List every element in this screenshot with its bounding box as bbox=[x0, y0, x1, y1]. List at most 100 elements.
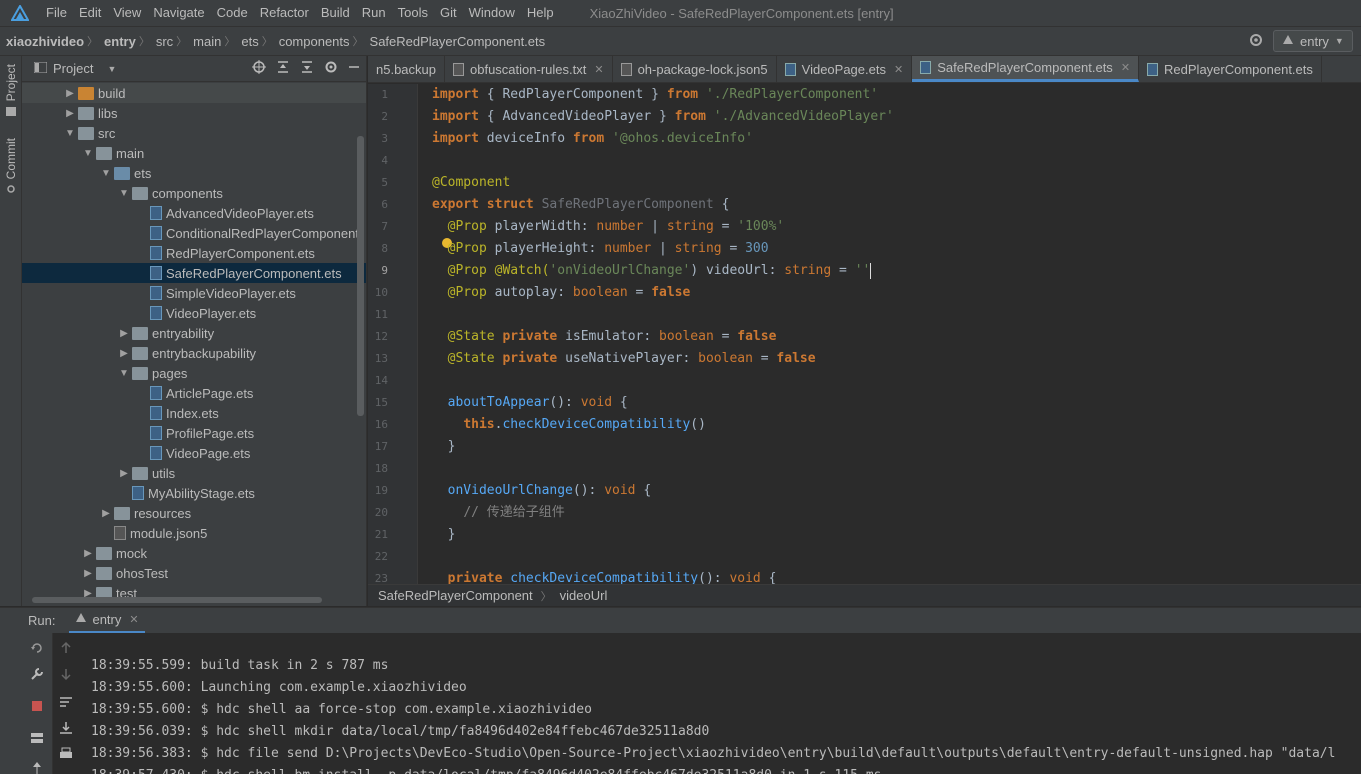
collapse-all-icon[interactable] bbox=[300, 60, 314, 77]
tree-item[interactable]: ▼ main bbox=[22, 143, 366, 163]
console-line: 18:39:56.039: $ hdc shell mkdir data/loc… bbox=[91, 724, 710, 739]
close-icon[interactable]: ✕ bbox=[129, 613, 138, 626]
settings-gear-icon[interactable] bbox=[324, 60, 338, 77]
tree-item[interactable]: ▶ ohosTest bbox=[22, 563, 366, 583]
folder-icon bbox=[96, 566, 112, 580]
menu-help[interactable]: Help bbox=[521, 0, 560, 26]
editor-tab[interactable]: n5.backup bbox=[368, 56, 445, 82]
chevron-right-icon[interactable]: ▶ bbox=[62, 108, 78, 119]
chevron-right-icon[interactable]: ▶ bbox=[116, 468, 132, 479]
tree-item[interactable]: SafeRedPlayerComponent.ets bbox=[22, 263, 366, 283]
chevron-down-icon[interactable]: ▼ bbox=[98, 168, 114, 179]
tree-item[interactable]: VideoPage.ets bbox=[22, 443, 366, 463]
editor-tab[interactable]: VideoPage.ets ✕ bbox=[777, 56, 913, 82]
layout-icon[interactable] bbox=[30, 731, 44, 745]
soft-wrap-icon[interactable] bbox=[59, 695, 73, 709]
menu-tools[interactable]: Tools bbox=[392, 0, 434, 26]
chevron-right-icon[interactable]: ▶ bbox=[116, 328, 132, 339]
chevron-right-icon[interactable]: ▶ bbox=[80, 548, 96, 559]
settings-gear-icon[interactable] bbox=[1249, 33, 1263, 50]
menu-run[interactable]: Run bbox=[356, 0, 392, 26]
tree-item[interactable]: ▼ components bbox=[22, 183, 366, 203]
tree-item[interactable]: ▼ src bbox=[22, 123, 366, 143]
tree-item[interactable]: RedPlayerComponent.ets bbox=[22, 243, 366, 263]
tree-item[interactable]: ▼ pages bbox=[22, 363, 366, 383]
pin-icon[interactable] bbox=[30, 761, 44, 774]
tree-item[interactable]: ArticlePage.ets bbox=[22, 383, 366, 403]
chevron-down-icon[interactable]: ▼ bbox=[62, 128, 78, 139]
run-tab-entry[interactable]: entry ✕ bbox=[69, 608, 145, 634]
breadcrumb-src[interactable]: src bbox=[150, 34, 176, 49]
tree-item[interactable]: ▶ mock bbox=[22, 543, 366, 563]
vertical-scrollbar[interactable] bbox=[357, 136, 364, 416]
menu-edit[interactable]: Edit bbox=[73, 0, 107, 26]
tree-item[interactable]: ▶ entryability bbox=[22, 323, 366, 343]
breadcrumb-member[interactable]: videoUrl bbox=[560, 588, 608, 603]
print-icon[interactable] bbox=[59, 747, 73, 761]
menu-code[interactable]: Code bbox=[211, 0, 254, 26]
close-icon[interactable]: ✕ bbox=[1121, 61, 1130, 74]
arrow-down-icon[interactable] bbox=[59, 667, 73, 681]
run-configuration-select[interactable]: entry ▼ bbox=[1273, 30, 1353, 52]
menu-refactor[interactable]: Refactor bbox=[254, 0, 315, 26]
line-number: 22 bbox=[374, 550, 388, 563]
tool-tab-project[interactable]: Project bbox=[0, 64, 22, 119]
chevron-down-icon[interactable]: ▼ bbox=[116, 368, 132, 379]
menu-view[interactable]: View bbox=[107, 0, 147, 26]
minimize-icon[interactable] bbox=[348, 60, 360, 77]
breadcrumb-module[interactable]: entry bbox=[98, 34, 139, 49]
menu-file[interactable]: File bbox=[40, 0, 73, 26]
expand-all-icon[interactable] bbox=[276, 60, 290, 77]
tree-item[interactable]: ▶ entrybackupability bbox=[22, 343, 366, 363]
project-panel: Project ▼ ▶ build ▶ libs ▼ src ▼ main ▼ ets ▼ compo… bbox=[22, 56, 367, 606]
close-icon[interactable]: ✕ bbox=[594, 63, 603, 76]
breadcrumb-main[interactable]: main bbox=[187, 34, 224, 49]
chevron-right-icon[interactable]: ▶ bbox=[80, 568, 96, 579]
tree-item[interactable]: ▶ build bbox=[22, 83, 366, 103]
console-output[interactable]: 18:39:55.599: build task in 2 s 787 ms 18… bbox=[78, 633, 1361, 774]
project-panel-title[interactable]: Project bbox=[53, 61, 93, 76]
tree-item[interactable]: Index.ets bbox=[22, 403, 366, 423]
breadcrumb-struct[interactable]: SafeRedPlayerComponent bbox=[378, 588, 533, 603]
menu-navigate[interactable]: Navigate bbox=[147, 0, 210, 26]
chevron-down-icon[interactable]: ▼ bbox=[116, 188, 132, 199]
tree-item[interactable]: VideoPlayer.ets bbox=[22, 303, 366, 323]
breadcrumb-project[interactable]: xiaozhivideo bbox=[0, 34, 87, 49]
tree-item[interactable]: module.json5 bbox=[22, 523, 366, 543]
editor-tab[interactable]: SafeRedPlayerComponent.ets ✕ bbox=[912, 56, 1140, 82]
tree-item[interactable]: ▶ utils bbox=[22, 463, 366, 483]
breadcrumb-components[interactable]: components bbox=[273, 34, 353, 49]
tree-item[interactable]: ConditionalRedPlayerComponent bbox=[22, 223, 366, 243]
breadcrumb-file[interactable]: SafeRedPlayerComponent.ets bbox=[364, 34, 549, 49]
tree-item[interactable]: SimpleVideoPlayer.ets bbox=[22, 283, 366, 303]
editor-tab[interactable]: obfuscation-rules.txt ✕ bbox=[445, 56, 613, 82]
editor-tab[interactable]: oh-package-lock.json5 bbox=[613, 56, 777, 82]
menu-build[interactable]: Build bbox=[315, 0, 356, 26]
tree-item[interactable]: MyAbilityStage.ets bbox=[22, 483, 366, 503]
scroll-to-end-icon[interactable] bbox=[59, 721, 73, 735]
close-icon[interactable]: ✕ bbox=[894, 63, 903, 76]
tree-item[interactable]: ProfilePage.ets bbox=[22, 423, 366, 443]
code-editor[interactable]: 1 2 3 4 5 6 7 8 9 10 11 12 13 14 15 16 17 18 19 20 21 22 23 im… bbox=[368, 84, 1361, 584]
stop-icon[interactable] bbox=[30, 699, 44, 713]
tree-item-label: VideoPlayer.ets bbox=[166, 305, 257, 321]
tree-item[interactable]: ▶ libs bbox=[22, 103, 366, 123]
tree-item[interactable]: ▼ ets bbox=[22, 163, 366, 183]
rerun-icon[interactable] bbox=[30, 641, 44, 655]
arrow-up-icon[interactable] bbox=[59, 641, 73, 655]
tool-tab-commit[interactable]: Commit bbox=[0, 138, 22, 197]
chevron-right-icon[interactable]: ▶ bbox=[62, 88, 78, 99]
tree-item[interactable]: ▶ resources bbox=[22, 503, 366, 523]
menu-window[interactable]: Window bbox=[463, 0, 521, 26]
wrench-icon[interactable] bbox=[30, 667, 44, 681]
menu-git[interactable]: Git bbox=[434, 0, 463, 26]
chevron-down-icon[interactable]: ▼ bbox=[80, 148, 96, 159]
locate-file-icon[interactable] bbox=[252, 60, 266, 77]
horizontal-scrollbar[interactable] bbox=[32, 597, 322, 603]
chevron-right-icon[interactable]: ▶ bbox=[116, 348, 132, 359]
chevron-down-icon[interactable]: ▼ bbox=[107, 64, 116, 74]
breadcrumb-ets[interactable]: ets bbox=[235, 34, 261, 49]
editor-tab[interactable]: RedPlayerComponent.ets bbox=[1139, 56, 1322, 82]
chevron-right-icon[interactable]: ▶ bbox=[98, 508, 114, 519]
tree-item[interactable]: AdvancedVideoPlayer.ets bbox=[22, 203, 366, 223]
